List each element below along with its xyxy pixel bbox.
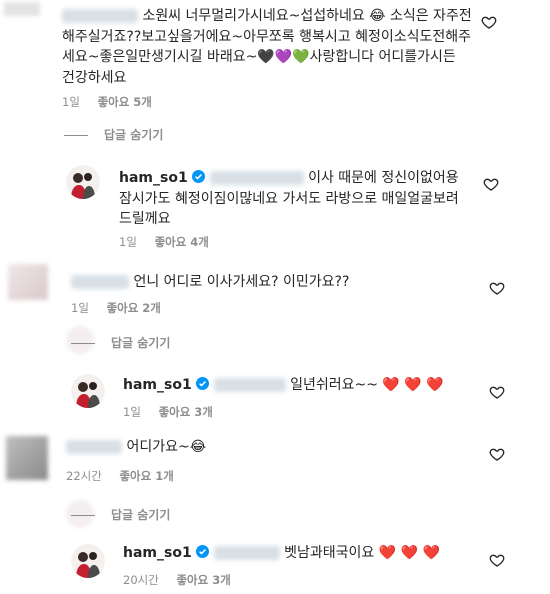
verified-badge-icon xyxy=(196,545,210,558)
reply-2-username[interactable]: ham_so1 xyxy=(123,377,192,393)
reply-3-username[interactable]: ham_so1 xyxy=(123,545,192,561)
verified-badge-icon xyxy=(196,377,210,390)
heart-outline-icon[interactable] xyxy=(489,384,505,400)
comment-2-meta: 1일 좋아요 2개 xyxy=(71,300,175,316)
reply-2-time[interactable]: 1일 xyxy=(123,405,141,419)
reply-3-body: 벳남과태국이요 xyxy=(284,545,375,561)
commenter-3-username-blurred[interactable] xyxy=(66,440,122,454)
commenter-1-username-blurred[interactable] xyxy=(62,9,138,23)
reply-1-text: ham_so1 이사 때문에 정신이없어용 잠시가도 혜정이짐이많네요 가서도 … xyxy=(119,168,469,230)
hide-replies-line xyxy=(71,343,95,344)
reply-3-mention-blurred[interactable] xyxy=(213,546,280,560)
reply-3-text: ham_so1 벳남과태국이요 ❤️ ❤️ ❤️ xyxy=(123,543,483,564)
comment-3-text: 어디가요~😂 xyxy=(66,437,466,458)
reply-3-likes[interactable]: 좋아요 3개 xyxy=(176,573,230,587)
ham-so1-avatar[interactable] xyxy=(66,165,100,199)
comment-3-time[interactable]: 22시간 xyxy=(66,469,102,483)
reply-2: ham_so1 일년쉬러요~~ ❤️ ❤️ ❤️ 1일 좋아요 3개 xyxy=(0,372,550,432)
avatar-image xyxy=(71,374,105,408)
reply-1-meta: 1일 좋아요 4개 xyxy=(119,234,223,250)
red-heart-icons: ❤️ ❤️ ❤️ xyxy=(382,377,444,393)
reply-2-mention-blurred[interactable] xyxy=(213,378,286,392)
hide-replies-label: 답글 숨기기 xyxy=(104,128,164,142)
reply-1-likes[interactable]: 좋아요 4개 xyxy=(155,235,209,249)
reply-2-likes[interactable]: 좋아요 3개 xyxy=(159,405,213,419)
comment-3-body: 어디가요~😂 xyxy=(126,439,207,455)
comment-2-hide-replies[interactable]: 답글 숨기기 xyxy=(71,334,170,351)
heart-outline-icon[interactable] xyxy=(489,280,505,296)
reply-1-mention-blurred[interactable] xyxy=(209,171,304,185)
avatar-image xyxy=(71,544,105,578)
avatar-image xyxy=(66,165,100,199)
commenter-2-avatar[interactable] xyxy=(8,264,48,300)
comment-1-meta: 1일 좋아요 5개 xyxy=(62,94,166,110)
commenter-1-avatar[interactable] xyxy=(4,2,40,16)
reply-3-time[interactable]: 20시간 xyxy=(123,573,159,587)
comment-2-time[interactable]: 1일 xyxy=(71,301,89,315)
hide-replies-line xyxy=(64,135,88,136)
comment-2-body: 언니 어디로 이사가세요? 이민가요?? xyxy=(133,274,350,290)
hide-replies-line xyxy=(71,515,95,516)
reply-1-username[interactable]: ham_so1 xyxy=(119,170,188,186)
comment-3-meta: 22시간 좋아요 1개 xyxy=(66,468,188,484)
reply-1-time[interactable]: 1일 xyxy=(119,235,137,249)
comment-3-likes[interactable]: 좋아요 1개 xyxy=(119,469,173,483)
ham-so1-avatar[interactable] xyxy=(71,544,105,578)
heart-outline-icon[interactable] xyxy=(483,176,499,192)
comment-1-likes[interactable]: 좋아요 5개 xyxy=(98,95,152,109)
comment-1-time[interactable]: 1일 xyxy=(62,95,80,109)
reply-3-meta: 20시간 좋아요 3개 xyxy=(123,572,245,588)
hide-replies-label: 답글 숨기기 xyxy=(111,508,171,522)
comment-3: 어디가요~😂 22시간 좋아요 1개 답글 숨기기 xyxy=(0,434,550,534)
reply-2-text: ham_so1 일년쉬러요~~ ❤️ ❤️ ❤️ xyxy=(123,375,483,396)
reply-2-meta: 1일 좋아요 3개 xyxy=(123,404,227,420)
reply-3: ham_so1 벳남과태국이요 ❤️ ❤️ ❤️ 20시간 좋아요 3개 xyxy=(0,538,550,594)
comment-2-text: 언니 어디로 이사가세요? 이민가요?? xyxy=(71,272,471,293)
comment-1-hide-replies[interactable]: 답글 숨기기 xyxy=(64,126,163,143)
reply-1: ham_so1 이사 때문에 정신이없어용 잠시가도 혜정이짐이많네요 가서도 … xyxy=(0,160,550,260)
ham-so1-avatar[interactable] xyxy=(71,374,105,408)
hide-replies-label: 답글 숨기기 xyxy=(111,336,171,350)
verified-badge-icon xyxy=(192,170,206,183)
red-heart-icons: ❤️ ❤️ ❤️ xyxy=(378,545,440,561)
commenter-3-avatar[interactable] xyxy=(6,436,48,480)
comment-2-likes[interactable]: 좋아요 2개 xyxy=(107,301,161,315)
comment-3-hide-replies[interactable]: 답글 숨기기 xyxy=(71,506,170,523)
reply-2-body: 일년쉬러요~~ xyxy=(290,377,378,393)
comment-1: 소원씨 너무멀리가시네요~섭섭하네요 😂 소식은 자주전해주실거죠??보고싶을거… xyxy=(0,0,550,142)
comment-1-text: 소원씨 너무멀리가시네요~섭섭하네요 😂 소식은 자주전해주실거죠??보고싶을거… xyxy=(62,6,472,88)
heart-outline-icon[interactable] xyxy=(481,14,497,30)
heart-outline-icon[interactable] xyxy=(489,446,505,462)
commenter-2-username-blurred[interactable] xyxy=(71,275,129,289)
heart-outline-icon[interactable] xyxy=(489,552,505,568)
comment-2: 언니 어디로 이사가세요? 이민가요?? 1일 좋아요 2개 답글 숨기기 xyxy=(0,262,550,362)
